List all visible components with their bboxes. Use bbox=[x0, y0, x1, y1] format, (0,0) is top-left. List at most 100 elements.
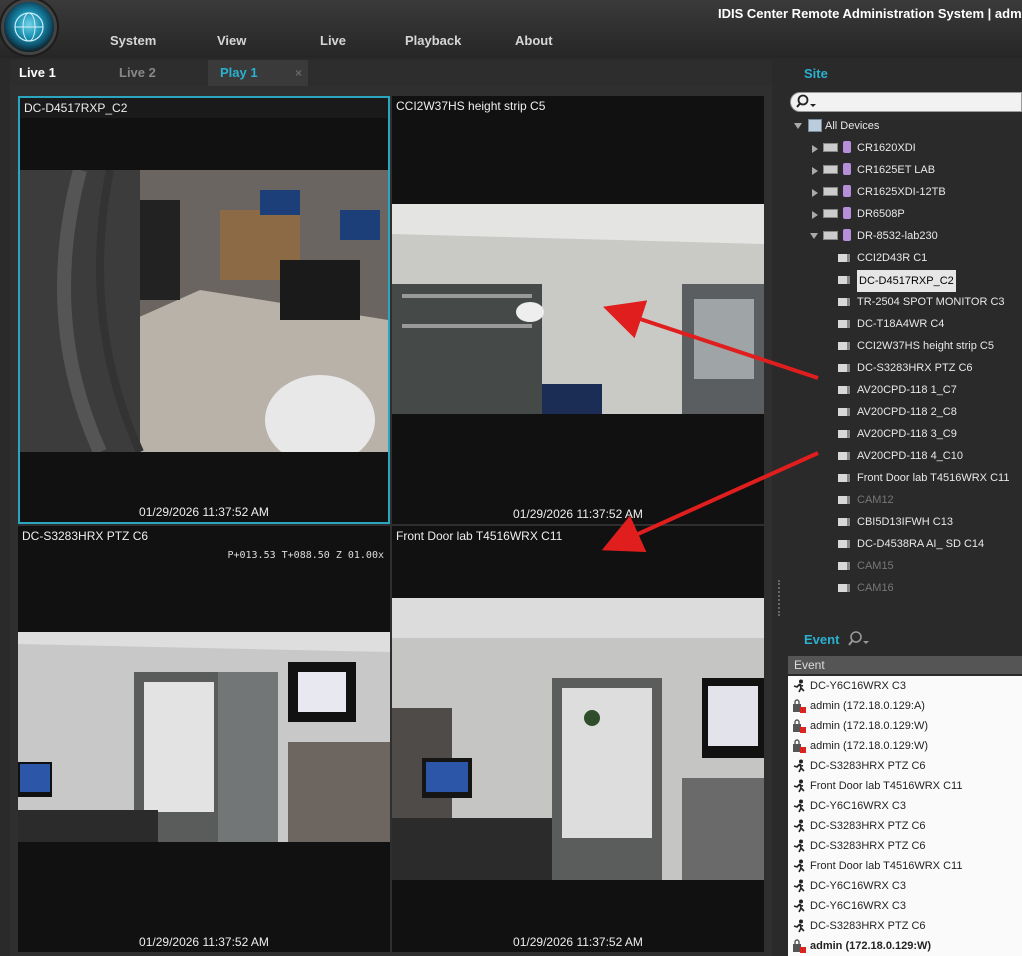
camera-icon bbox=[838, 408, 850, 416]
tree-camera[interactable]: AV20CPD-118 2_C8 bbox=[788, 402, 1022, 424]
tree-camera[interactable]: CAM16 bbox=[788, 578, 1022, 600]
event-search-icon[interactable] bbox=[848, 630, 872, 648]
event-row[interactable]: admin (172.18.0.129:W) bbox=[788, 736, 1022, 756]
chevron-right-icon[interactable] bbox=[812, 145, 818, 153]
event-row[interactable]: DC-Y6C16WRX C3 bbox=[788, 876, 1022, 896]
camera-icon bbox=[838, 430, 850, 438]
cell-title: CCI2W37HS height strip C5 bbox=[396, 99, 546, 113]
tree-device[interactable]: CR1625XDI-12TB bbox=[788, 182, 1022, 204]
chevron-right-icon[interactable] bbox=[812, 167, 818, 175]
login-event-icon bbox=[793, 739, 806, 753]
tree-camera[interactable]: AV20CPD-118 4_C10 bbox=[788, 446, 1022, 468]
event-row[interactable]: Front Door lab T4516WRX C11 bbox=[788, 856, 1022, 876]
login-event-icon bbox=[793, 719, 806, 733]
event-column-header[interactable]: Event bbox=[788, 656, 1022, 674]
tree-camera[interactable]: CBI5D13IFWH C13 bbox=[788, 512, 1022, 534]
tree-device[interactable]: CR1625ET LAB bbox=[788, 160, 1022, 182]
title-bar: IDIS Center Remote Administration System… bbox=[0, 0, 1022, 58]
tab-live-2[interactable]: Live 2 bbox=[104, 60, 208, 86]
tree-root[interactable]: All Devices bbox=[788, 116, 1022, 138]
tree-camera[interactable]: CCI2D43R C1 bbox=[788, 248, 1022, 270]
panel-splitter[interactable] bbox=[778, 580, 782, 616]
recorder-icon bbox=[823, 187, 838, 196]
motion-event-icon bbox=[793, 839, 805, 853]
tab-bar: Live 1 Live 2 Play 1 × bbox=[10, 60, 772, 86]
menu-bar: System View Live Playback About bbox=[0, 30, 1022, 54]
video-cell-2[interactable]: CCI2W37HS height strip C5 01/29/2026 11:… bbox=[392, 96, 764, 524]
tree-camera[interactable]: DC-D4538RA AI_ SD C14 bbox=[788, 534, 1022, 556]
tree-camera[interactable]: TR-2504 SPOT MONITOR C3 bbox=[788, 292, 1022, 314]
event-row[interactable]: DC-S3283HRX PTZ C6 bbox=[788, 836, 1022, 856]
menu-view[interactable]: View bbox=[217, 33, 246, 48]
cell-timestamp: 01/29/2026 11:37:52 AM bbox=[139, 505, 269, 519]
camera-icon bbox=[838, 386, 850, 394]
connection-icon bbox=[843, 185, 851, 197]
login-event-icon bbox=[793, 699, 806, 713]
event-row[interactable]: DC-Y6C16WRX C3 bbox=[788, 676, 1022, 696]
motion-event-icon bbox=[793, 759, 805, 773]
camera-icon bbox=[838, 584, 850, 592]
tree-camera[interactable]: DC-D4517RXP_C2 bbox=[788, 270, 1022, 292]
menu-about[interactable]: About bbox=[515, 33, 553, 48]
camera-icon bbox=[838, 518, 850, 526]
camera-icon bbox=[838, 298, 850, 306]
camera-icon bbox=[838, 540, 850, 548]
close-icon[interactable]: × bbox=[295, 60, 302, 86]
motion-event-icon bbox=[793, 819, 805, 833]
event-row[interactable]: DC-S3283HRX PTZ C6 bbox=[788, 916, 1022, 936]
event-row[interactable]: DC-S3283HRX PTZ C6 bbox=[788, 756, 1022, 776]
cell-title: DC-D4517RXP_C2 bbox=[24, 101, 128, 115]
menu-playback[interactable]: Playback bbox=[405, 33, 461, 48]
menu-live[interactable]: Live bbox=[320, 33, 346, 48]
cell-timestamp: 01/29/2026 11:37:52 AM bbox=[513, 935, 643, 949]
video-cell-3[interactable]: DC-S3283HRX PTZ C6 P+013.53 T+088.50 Z 0… bbox=[18, 526, 390, 952]
chevron-down-icon[interactable] bbox=[810, 233, 818, 239]
tree-camera[interactable]: CAM12 bbox=[788, 490, 1022, 512]
site-label: Site bbox=[804, 66, 828, 81]
cell-timestamp: 01/29/2026 11:37:52 AM bbox=[139, 935, 269, 949]
tree-camera[interactable]: AV20CPD-118 3_C9 bbox=[788, 424, 1022, 446]
tree-camera[interactable]: DC-S3283HRX PTZ C6 bbox=[788, 358, 1022, 380]
tree-device[interactable]: DR6508P bbox=[788, 204, 1022, 226]
event-row[interactable]: admin (172.18.0.129:W) bbox=[788, 716, 1022, 736]
tree-camera[interactable]: CCI2W37HS height strip C5 bbox=[788, 336, 1022, 358]
site-search-input[interactable] bbox=[790, 92, 1022, 112]
event-row[interactable]: DC-Y6C16WRX C3 bbox=[788, 896, 1022, 916]
tree-camera[interactable]: AV20CPD-118 1_C7 bbox=[788, 380, 1022, 402]
cell-timestamp: 01/29/2026 11:37:52 AM bbox=[513, 507, 643, 521]
search-icon[interactable] bbox=[796, 94, 818, 110]
video-grid: DC-D4517RXP_C2 01/29/2026 11:37:52 AM CC… bbox=[10, 86, 772, 956]
event-list: DC-Y6C16WRX C3 admin (172.18.0.129:A) admi… bbox=[788, 676, 1022, 956]
event-row[interactable]: DC-Y6C16WRX C3 bbox=[788, 796, 1022, 816]
camera-icon bbox=[838, 254, 850, 262]
cell-title: DC-S3283HRX PTZ C6 bbox=[22, 529, 149, 543]
motion-event-icon bbox=[793, 859, 805, 873]
tree-camera[interactable]: DC-T18A4WR C4 bbox=[788, 314, 1022, 336]
video-cell-4[interactable]: Front Door lab T4516WRX C11 01/29/2026 1… bbox=[392, 526, 764, 952]
tab-live-1[interactable]: Live 1 bbox=[10, 60, 104, 86]
motion-event-icon bbox=[793, 899, 805, 913]
site-tree: All Devices CR1620XDI CR1625ET LAB CR1625X… bbox=[788, 116, 1022, 604]
tab-play-1[interactable]: Play 1 × bbox=[208, 60, 308, 86]
event-row[interactable]: admin (172.18.0.129:W) bbox=[788, 936, 1022, 956]
event-row[interactable]: DC-S3283HRX PTZ C6 bbox=[788, 816, 1022, 836]
tree-device[interactable]: CR1620XDI bbox=[788, 138, 1022, 160]
event-row[interactable]: Front Door lab T4516WRX C11 bbox=[788, 776, 1022, 796]
connection-icon bbox=[843, 207, 851, 219]
login-event-icon bbox=[793, 939, 806, 953]
chevron-right-icon[interactable] bbox=[812, 189, 818, 197]
chevron-right-icon[interactable] bbox=[812, 211, 818, 219]
event-row[interactable]: admin (172.18.0.129:A) bbox=[788, 696, 1022, 716]
tree-camera[interactable]: CAM15 bbox=[788, 556, 1022, 578]
chevron-down-icon[interactable] bbox=[794, 123, 802, 129]
recorder-icon bbox=[823, 231, 838, 240]
motion-event-icon bbox=[793, 919, 805, 933]
camera-icon bbox=[838, 452, 850, 460]
tree-camera[interactable]: Front Door lab T4516WRX C11 bbox=[788, 468, 1022, 490]
motion-event-icon bbox=[793, 879, 805, 893]
video-frame bbox=[392, 204, 764, 414]
video-frame bbox=[18, 632, 390, 842]
video-cell-1[interactable]: DC-D4517RXP_C2 01/29/2026 11:37:52 AM bbox=[18, 96, 390, 524]
menu-system[interactable]: System bbox=[110, 33, 156, 48]
tree-device[interactable]: DR-8532-lab230 bbox=[788, 226, 1022, 248]
